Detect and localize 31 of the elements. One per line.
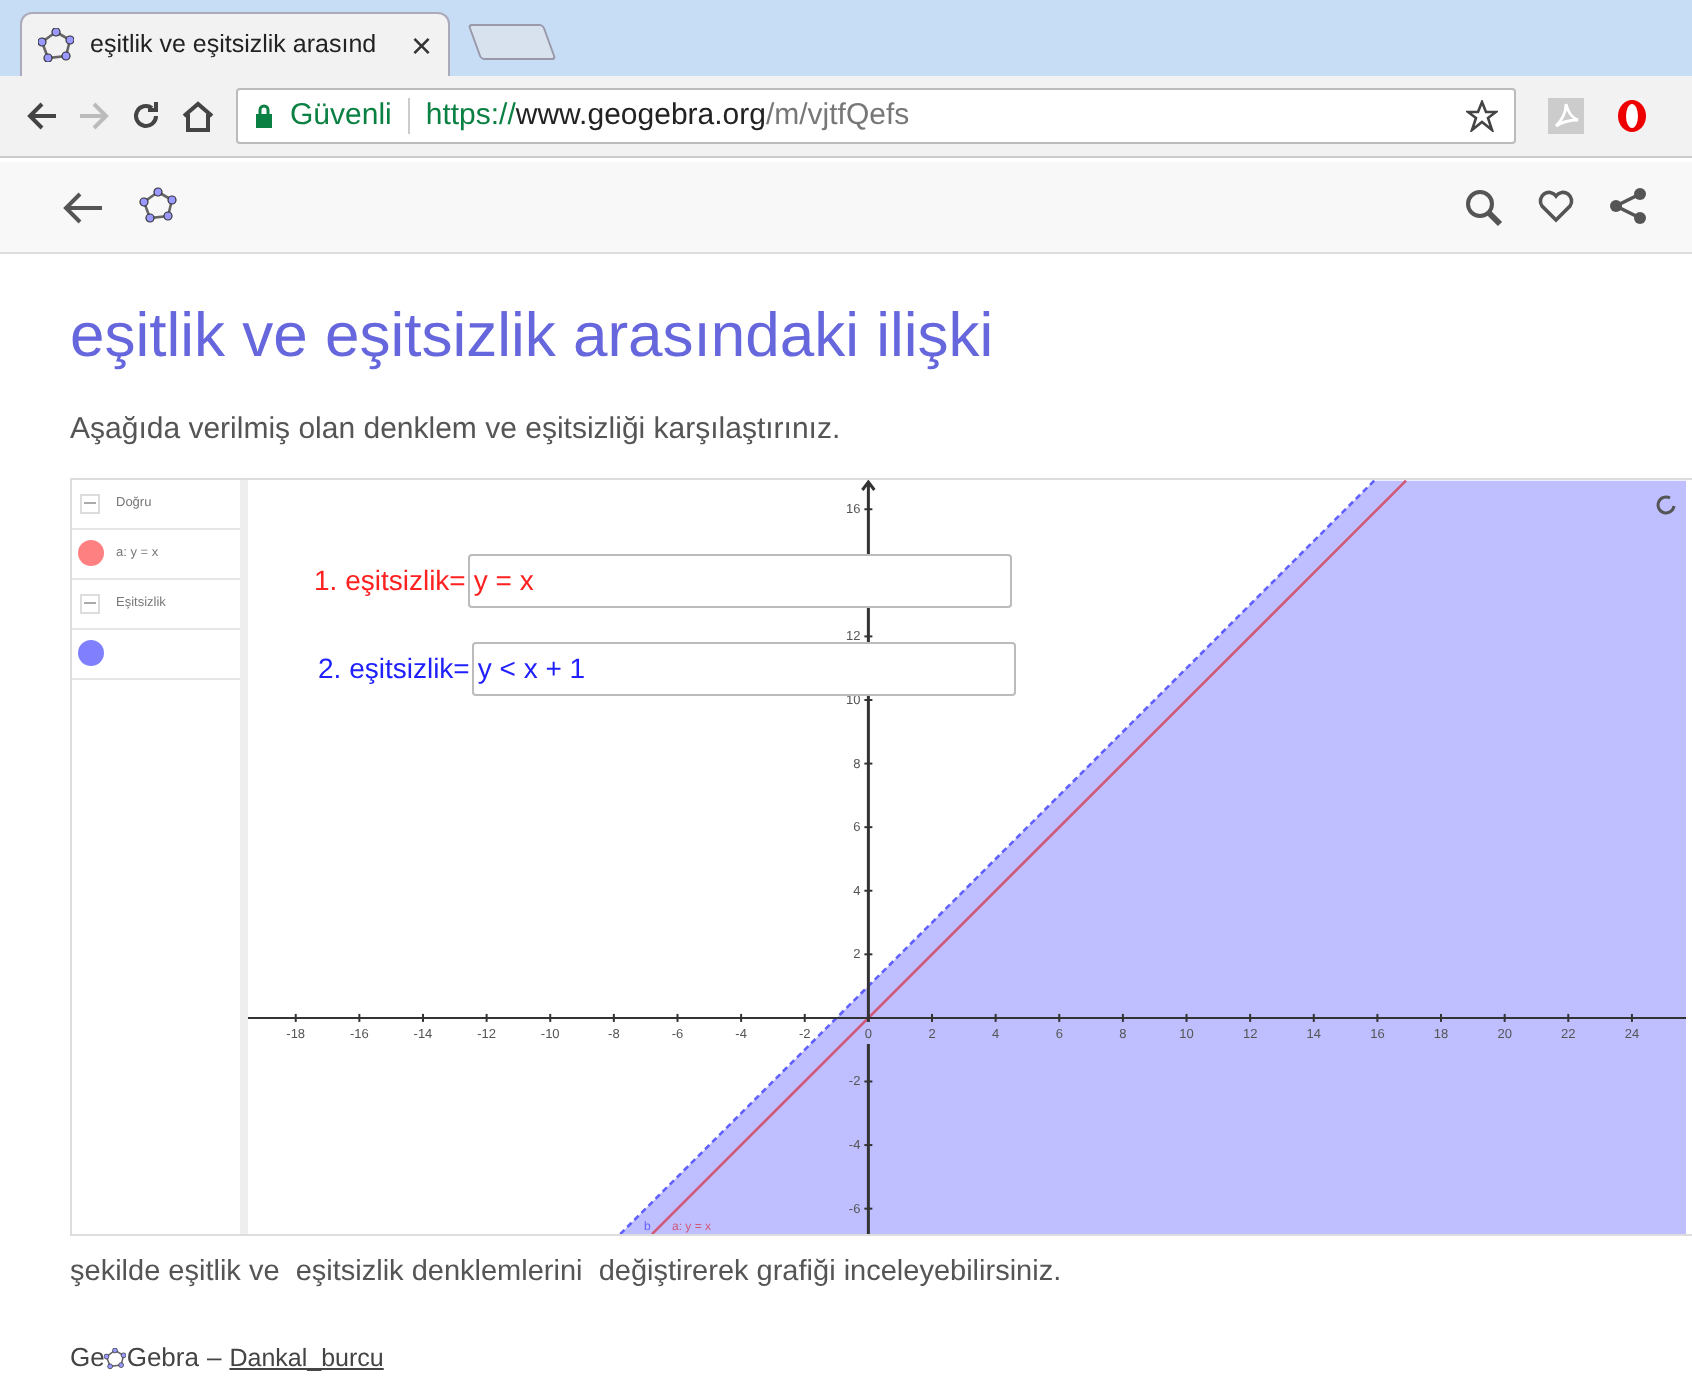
heart-icon[interactable] — [1536, 188, 1576, 225]
author-link[interactable]: Dankal_burcu — [229, 1339, 384, 1376]
input-field[interactable]: y < x + 1 — [471, 641, 1016, 696]
opera-icon[interactable] — [1616, 97, 1648, 134]
home-icon[interactable] — [180, 98, 216, 134]
caption-text: şekilde eşitlik ve eşitsizlik denklemlerini değiştirerek grafiği inceleyebilirsiniz. — [70, 1253, 1064, 1292]
back-icon[interactable] — [24, 98, 60, 134]
input-field[interactable]: y = x — [467, 553, 1012, 608]
visibility-dot[interactable] — [78, 640, 104, 667]
refresh-icon[interactable] — [1656, 494, 1676, 514]
tab-title: eşitlik ve eşitsizlik arasınd — [90, 28, 379, 63]
address-bar[interactable]: Güvenli https://www.geogebra.org/m/vjtfQefs — [236, 88, 1516, 144]
geogebra-logo: Ge Gebra — [70, 1340, 199, 1376]
security-label: Güvenli — [290, 95, 392, 136]
page-title: eşitlik ve eşitsizlik arasındaki ilişki — [70, 298, 996, 373]
app-logo-icon — [38, 28, 74, 62]
input-label: 2. eşitsizlik= — [318, 649, 470, 688]
close-icon[interactable]: × — [410, 27, 432, 63]
reload-icon[interactable] — [128, 98, 164, 134]
intro-text: Aşağıda verilmiş olan denklem ve eşitsizliği karşılaştırınız. — [70, 410, 843, 451]
star-icon[interactable] — [1466, 100, 1498, 132]
search-icon[interactable] — [1464, 187, 1504, 227]
visibility-dot[interactable] — [78, 540, 104, 567]
separator-text: – — [206, 1340, 222, 1376]
back-arrow-icon[interactable] — [60, 187, 104, 227]
url-text: https://www.geogebra.org/m/vjtfQefs — [425, 95, 912, 136]
share-icon[interactable] — [1608, 186, 1648, 227]
input-label: 1. eşitsizlik= — [314, 561, 466, 600]
lock-icon — [254, 104, 274, 128]
geogebra-logo-icon[interactable] — [136, 186, 180, 227]
browser-tab[interactable]: eşitlik ve eşitsizlik arasınd × — [20, 12, 450, 76]
